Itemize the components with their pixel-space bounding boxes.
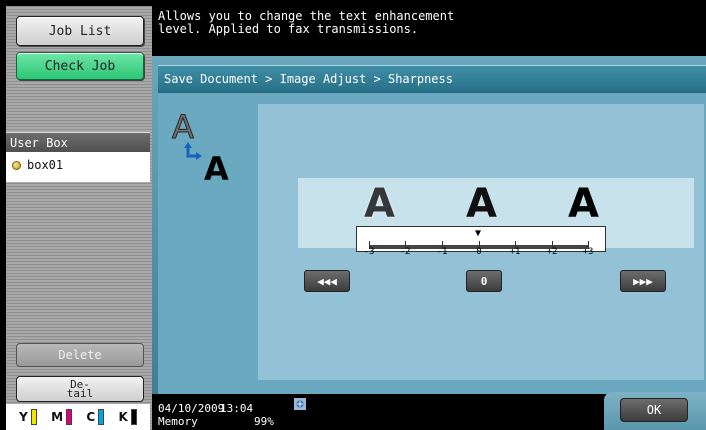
- toner-black-bar: [130, 409, 137, 425]
- normal-letter: A: [466, 181, 497, 227]
- help-message: Allows you to change the text enhancemen…: [158, 9, 455, 36]
- box-icon: [12, 161, 21, 170]
- sharp-letter: A: [568, 181, 599, 227]
- reset-button[interactable]: 0: [466, 270, 502, 292]
- status-memory-percent: 99%: [254, 415, 274, 428]
- ok-button[interactable]: OK: [620, 398, 688, 422]
- toner-black-label: K: [118, 410, 128, 424]
- sharpness-preview: A A A ▼ -3 -2 -1 0 +1 +2 +3: [298, 178, 694, 257]
- main-panel: Save Document > Image Adjust > Sharpness…: [152, 56, 706, 394]
- scale-label: -1: [436, 247, 448, 257]
- scale-pointer-icon: ▼: [475, 228, 482, 239]
- toner-yellow-label: Y: [19, 410, 28, 424]
- check-job-button[interactable]: Check Job: [16, 52, 144, 80]
- detail-button[interactable]: De- tail: [16, 376, 144, 402]
- breadcrumb: Save Document > Image Adjust > Sharpness: [158, 65, 706, 93]
- content-area: A A A A A A ▼ -3 -2 -1 0 +1 +2 +3 ◀◀◀ 0 …: [158, 94, 706, 394]
- toner-magenta-label: M: [51, 410, 64, 424]
- toner-cyan-bar: [98, 409, 105, 425]
- ok-area: OK: [604, 392, 706, 430]
- detail-button-label: De- tail: [66, 378, 94, 400]
- toner-indicator: Y M C K: [6, 404, 150, 430]
- increase-button[interactable]: ▶▶▶: [620, 270, 666, 292]
- toner-magenta-bar: [66, 409, 73, 425]
- left-panel: Job List Check Job User Box box01 Delete…: [6, 6, 152, 430]
- user-box-item-label: box01: [27, 158, 64, 172]
- toner-yellow: Y: [19, 409, 37, 425]
- toner-magenta: M: [51, 409, 73, 425]
- screen: Job List Check Job User Box box01 Delete…: [0, 0, 706, 430]
- scale-label: +1: [509, 247, 521, 257]
- svg-text:A: A: [172, 108, 194, 146]
- delete-button[interactable]: Delete: [16, 343, 144, 367]
- soft-letter: A: [364, 181, 395, 227]
- scale-label: -3: [363, 247, 375, 257]
- status-date: 04/10/2009: [158, 402, 225, 415]
- job-list-button[interactable]: Job List: [16, 16, 144, 46]
- network-icon: [294, 398, 306, 410]
- user-box-header: User Box: [6, 132, 150, 152]
- svg-text:A: A: [204, 150, 229, 184]
- sharpness-scale[interactable]: ▼ -3 -2 -1 0 +1 +2 +3: [356, 226, 606, 257]
- user-box-item[interactable]: box01: [6, 152, 150, 182]
- sharpness-icon: A A A: [172, 108, 230, 185]
- toner-yellow-bar: [30, 409, 37, 425]
- scale-label: -2: [399, 247, 411, 257]
- scale-label: +2: [546, 247, 558, 257]
- status-memory-label: Memory: [158, 415, 198, 428]
- toner-cyan-label: C: [86, 410, 96, 424]
- toner-cyan: C: [86, 409, 105, 425]
- scale-label: +3: [582, 247, 594, 257]
- scale-label: 0: [476, 247, 482, 257]
- status-time: 13:04: [220, 402, 254, 415]
- toner-black: K: [119, 409, 137, 425]
- decrease-button[interactable]: ◀◀◀: [304, 270, 350, 292]
